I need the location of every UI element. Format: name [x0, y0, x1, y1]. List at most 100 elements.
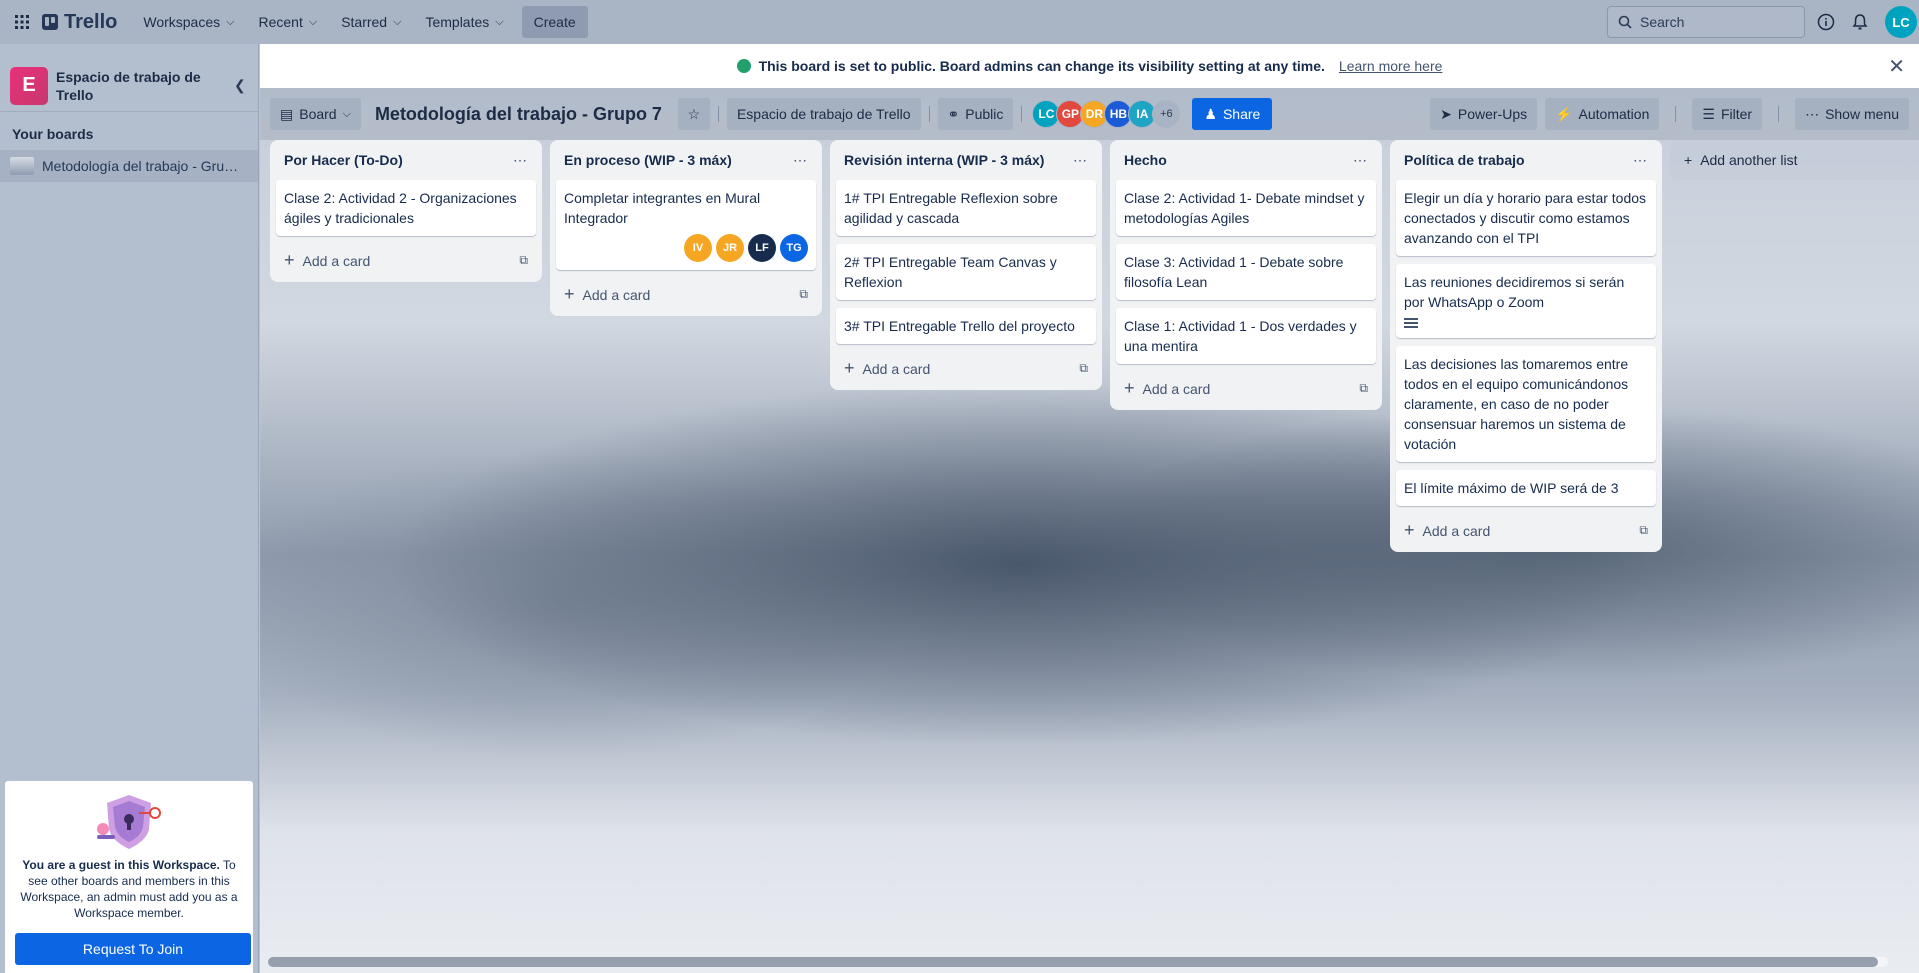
- apps-grid-icon[interactable]: [10, 10, 34, 34]
- list-title[interactable]: Política de trabajo: [1404, 152, 1525, 168]
- card-template-icon[interactable]: ⧉: [1079, 361, 1088, 376]
- add-card-label: Add a card: [862, 360, 931, 377]
- nav-starred[interactable]: Starred ⌵: [329, 6, 413, 38]
- more-icon[interactable]: ⋯: [1633, 152, 1648, 169]
- list-header: Revisión interna (WIP - 3 máx) ⋯: [836, 140, 1096, 180]
- card[interactable]: Clase 3: Actividad 1 - Debate sobre filo…: [1116, 244, 1376, 300]
- list-title[interactable]: En proceso (WIP - 3 máx): [564, 152, 732, 168]
- automation-button[interactable]: ⚡ Automation: [1545, 98, 1660, 130]
- card[interactable]: Clase 2: Actividad 1- Debate mindset y m…: [1116, 180, 1376, 236]
- add-card-button[interactable]: + Add a card ⧉: [556, 278, 816, 310]
- rocket-icon: ➤: [1440, 105, 1452, 122]
- add-card-button[interactable]: + Add a card ⧉: [1116, 372, 1376, 404]
- more-icon[interactable]: ⋯: [513, 152, 528, 169]
- card-member-avatar[interactable]: LF: [748, 234, 776, 262]
- board-thumbnail: [10, 157, 34, 175]
- learn-more-link[interactable]: Learn more here: [1339, 58, 1443, 74]
- share-button[interactable]: ♟ Share: [1192, 98, 1273, 130]
- star-icon: ☆: [687, 105, 701, 122]
- power-ups-button[interactable]: ➤ Power-Ups: [1430, 98, 1538, 130]
- add-card-label: Add a card: [1142, 380, 1211, 397]
- card-member-avatar[interactable]: TG: [780, 234, 808, 262]
- card[interactable]: El límite máximo de WIP será de 3: [1396, 470, 1656, 506]
- search-input[interactable]: Search: [1607, 6, 1805, 38]
- scrollbar-thumb[interactable]: [268, 957, 1878, 967]
- board-view-icon: ▤: [280, 105, 294, 122]
- sidebar-item-board[interactable]: Metodología del trabajo - Grupo 7: [0, 150, 258, 182]
- card[interactable]: Elegir un día y horario para estar todos…: [1396, 180, 1656, 256]
- divider: [1675, 106, 1677, 122]
- plus-icon: +: [1124, 377, 1135, 398]
- sidebar-board-label: Metodología del trabajo - Grupo 7: [42, 158, 242, 174]
- power-ups-label: Power-Ups: [1457, 106, 1528, 122]
- plus-icon: +: [1684, 152, 1693, 168]
- create-button[interactable]: Create: [521, 6, 588, 38]
- add-card-button[interactable]: + Add a card ⧉: [1396, 514, 1656, 546]
- card[interactable]: Completar integrantes en Mural Integrado…: [556, 180, 816, 270]
- view-switcher-button[interactable]: ▤ Board ⌵: [270, 98, 361, 130]
- board-header: ▤ Board ⌵ Metodología del trabajo - Grup…: [260, 88, 1919, 140]
- star-button[interactable]: ☆: [677, 98, 710, 130]
- card-member-avatar[interactable]: JR: [716, 234, 744, 262]
- card[interactable]: Clase 2: Actividad 2 - Organizaciones ág…: [276, 180, 536, 236]
- workspace-name[interactable]: Espacio de trabajo de Trello: [56, 68, 216, 104]
- list-title[interactable]: Por Hacer (To-Do): [284, 152, 403, 168]
- card[interactable]: 2# TPI Entregable Team Canvas y Reflexio…: [836, 244, 1096, 300]
- card-text: Las reuniones decidiremos si serán por W…: [1404, 274, 1625, 310]
- card-template-icon[interactable]: ⧉: [1359, 381, 1368, 396]
- chevron-left-icon[interactable]: ❮: [234, 77, 246, 94]
- card-members: IV JR LF TG: [564, 234, 808, 262]
- automation-label: Automation: [1578, 106, 1650, 122]
- filter-icon: ☰: [1702, 105, 1715, 122]
- card-template-icon[interactable]: ⧉: [1639, 523, 1648, 538]
- workspace-visibility-button[interactable]: Espacio de trabajo de Trello: [726, 98, 921, 130]
- board-canvas: This board is set to public. Board admin…: [260, 44, 1919, 973]
- info-icon[interactable]: [1814, 10, 1838, 34]
- card-member-avatar[interactable]: IV: [684, 234, 712, 262]
- trello-logo-icon: [42, 14, 58, 30]
- card[interactable]: 3# TPI Entregable Trello del proyecto: [836, 308, 1096, 344]
- filter-button[interactable]: ☰ Filter: [1692, 98, 1763, 130]
- guest-notice-card: You are a guest in this Workspace. To se…: [5, 781, 253, 973]
- divider: [717, 106, 719, 122]
- add-card-button[interactable]: + Add a card ⧉: [276, 244, 536, 276]
- chevron-down-icon: ⌵: [308, 15, 318, 28]
- divider: [1778, 106, 1780, 122]
- add-card-button[interactable]: + Add a card ⧉: [836, 352, 1096, 384]
- add-another-list-button[interactable]: + Add another list: [1670, 140, 1919, 180]
- more-icon[interactable]: ⋯: [1353, 152, 1368, 169]
- board-title[interactable]: Metodología del trabajo - Grupo 7: [375, 104, 662, 125]
- nav-workspaces[interactable]: Workspaces ⌵: [131, 6, 246, 38]
- board-members: LC GP DR HB IA +6: [1032, 100, 1181, 128]
- nav-recent[interactable]: Recent ⌵: [246, 6, 329, 38]
- user-avatar[interactable]: LC: [1885, 6, 1917, 38]
- bell-icon[interactable]: [1848, 10, 1872, 34]
- more-members-badge[interactable]: +6: [1152, 100, 1181, 128]
- list-title[interactable]: Revisión interna (WIP - 3 máx): [844, 152, 1044, 168]
- globe-icon: [736, 59, 751, 73]
- card-template-icon[interactable]: ⧉: [799, 287, 808, 302]
- card[interactable]: Clase 1: Actividad 1 - Dos verdades y un…: [1116, 308, 1376, 364]
- list-header: En proceso (WIP - 3 máx) ⋯: [556, 140, 816, 180]
- card[interactable]: 1# TPI Entregable Reflexion sobre agilid…: [836, 180, 1096, 236]
- add-person-icon: ♟: [1204, 105, 1217, 122]
- list-title[interactable]: Hecho: [1124, 152, 1167, 168]
- card[interactable]: Las decisiones las tomaremos entre todos…: [1396, 346, 1656, 462]
- nav-templates[interactable]: Templates ⌵: [413, 6, 515, 38]
- horizontal-scrollbar[interactable]: [268, 957, 1888, 967]
- guest-notice-text: You are a guest in this Workspace. To se…: [15, 857, 243, 921]
- close-icon[interactable]: ✕: [1888, 54, 1905, 79]
- workspace-avatar[interactable]: E: [10, 66, 48, 105]
- more-icon[interactable]: ⋯: [1073, 152, 1088, 169]
- chevron-down-icon: ⌵: [342, 107, 351, 120]
- request-to-join-button[interactable]: Request To Join: [15, 933, 251, 965]
- show-menu-button[interactable]: ⋯ Show menu: [1795, 98, 1909, 130]
- trello-logo[interactable]: Trello: [42, 11, 117, 34]
- more-icon[interactable]: ⋯: [793, 152, 808, 169]
- view-label: Board: [299, 106, 337, 122]
- visibility-button[interactable]: ⚭ Public: [937, 98, 1014, 130]
- list-hecho: Hecho ⋯ Clase 2: Actividad 1- Debate min…: [1110, 140, 1382, 410]
- card[interactable]: Las reuniones decidiremos si serán por W…: [1396, 264, 1656, 338]
- banner-message: This board is set to public. Board admin…: [758, 58, 1325, 74]
- card-template-icon[interactable]: ⧉: [519, 253, 528, 268]
